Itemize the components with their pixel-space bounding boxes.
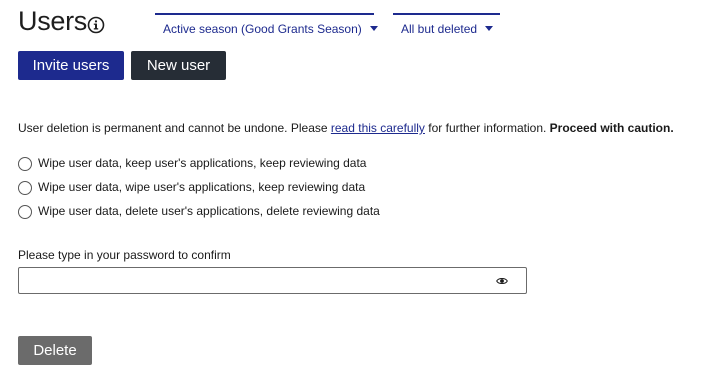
invite-users-button[interactable]: Invite users bbox=[18, 51, 124, 80]
status-filter-label: All but deleted bbox=[401, 22, 478, 36]
delete-button[interactable]: Delete bbox=[18, 336, 92, 365]
eye-icon[interactable] bbox=[496, 276, 508, 286]
chevron-down-icon bbox=[485, 26, 494, 32]
radio-button[interactable] bbox=[18, 205, 32, 219]
info-icon[interactable] bbox=[87, 16, 105, 34]
warning-text-after: for further information. bbox=[424, 121, 550, 135]
new-user-button[interactable]: New user bbox=[131, 51, 226, 80]
warning-emphasis: Proceed with caution. bbox=[549, 121, 674, 135]
status-filter-dropdown[interactable]: All but deleted bbox=[393, 13, 500, 43]
radio-button[interactable] bbox=[18, 181, 32, 195]
deletion-warning: User deletion is permanent and cannot be… bbox=[18, 121, 674, 135]
password-input[interactable] bbox=[25, 268, 499, 295]
season-filter-dropdown[interactable]: Active season (Good Grants Season) bbox=[155, 13, 378, 43]
password-label: Please type in your password to confirm bbox=[18, 248, 231, 262]
read-carefully-link[interactable]: read this carefully bbox=[331, 121, 425, 135]
page-title: Users bbox=[18, 6, 88, 36]
deletion-option-label: Wipe user data, delete user's applicatio… bbox=[38, 204, 380, 218]
deletion-option-label: Wipe user data, wipe user's applications… bbox=[38, 180, 366, 194]
season-filter-label: Active season (Good Grants Season) bbox=[163, 22, 362, 36]
chevron-down-icon bbox=[369, 26, 378, 32]
deletion-option-label: Wipe user data, keep user's applications… bbox=[38, 156, 367, 170]
radio-button[interactable] bbox=[18, 157, 32, 171]
password-field[interactable] bbox=[18, 267, 527, 295]
warning-text: User deletion is permanent and cannot be… bbox=[18, 121, 331, 135]
